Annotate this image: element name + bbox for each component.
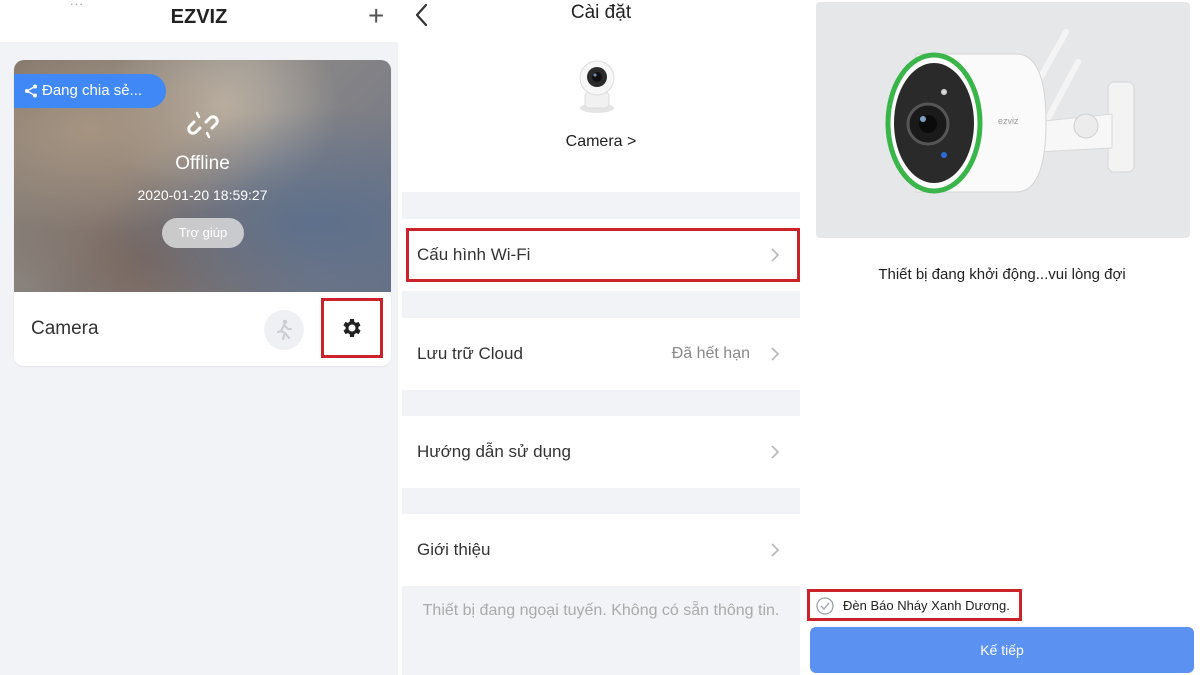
settings-button[interactable] [321,298,383,358]
wifi-highlight-box [406,228,800,282]
offline-timestamp: 2020-01-20 18:59:27 [137,187,268,203]
page-title: Cài đặt [570,2,632,23]
setup-screen: ezviz Thiết bị đang khởi động...vui lòng… [804,0,1200,675]
row-value: Đã hết hạn [671,345,750,362]
device-name: Camera [31,318,99,339]
app-title: EZVIZ [170,6,228,28]
row-label: Lưu trữ Cloud [417,344,523,363]
chevron-right-icon [771,543,780,557]
motion-detection-button[interactable] [264,310,304,350]
share-icon [25,84,37,98]
chevron-right-icon [771,347,780,361]
sharing-label: Đang chia sẻ... [42,82,143,99]
check-circle-icon[interactable] [815,596,835,616]
device-link[interactable]: Camera > [402,133,800,151]
camera-product-image: ezviz [816,2,1190,238]
device-card[interactable]: Đang chia sẻ... Offline 2020-01-20 18:59… [14,60,391,366]
motion-detection-icon [277,319,292,340]
settings-screen: Cài đặt Camera > Cấu hình Wi-Fi Lưu trữ … [402,0,800,675]
row-label: Giới thiệu [417,540,491,559]
row-label: Hướng dẫn sử dụng [417,442,571,461]
brand-logo: ezviz [998,116,1019,126]
broken-link-icon [187,111,219,139]
settings-row-guide[interactable]: Hướng dẫn sử dụng [402,416,800,488]
camera-device-icon[interactable] [576,58,618,114]
home-screen: ... EZVIZ + Đang chia sẻ... Offline 2020… [0,0,398,675]
settings-row-about[interactable]: Giới thiệu [402,514,800,586]
settings-header: Cài đặt Camera > [402,0,800,192]
plus-icon[interactable]: + [368,2,384,30]
home-header: ... EZVIZ + [0,0,398,42]
camera-preview[interactable]: Đang chia sẻ... Offline 2020-01-20 18:59… [14,60,391,292]
next-button[interactable]: Kế tiếp [810,627,1194,673]
device-card-footer: Camera [14,292,391,366]
offline-note: Thiết bị đang ngoại tuyến. Không có sẵn … [422,602,780,619]
sharing-badge[interactable]: Đang chia sẻ... [14,74,166,108]
blink-confirm-option[interactable]: Đèn Báo Nháy Xanh Dương. [807,589,1022,621]
chevron-right-icon [771,445,780,459]
help-button[interactable]: Trợ giúp [162,218,244,248]
offline-status: Offline [175,153,230,174]
outdoor-camera-illustration: ezviz [885,29,1135,194]
settings-row-cloud[interactable]: Lưu trữ Cloud Đã hết hạn [402,318,800,390]
blink-label: Đèn Báo Nháy Xanh Dương. [843,598,1010,613]
gear-icon [343,319,361,337]
booting-message: Thiết bị đang khởi động...vui lòng đợi [878,266,1126,283]
